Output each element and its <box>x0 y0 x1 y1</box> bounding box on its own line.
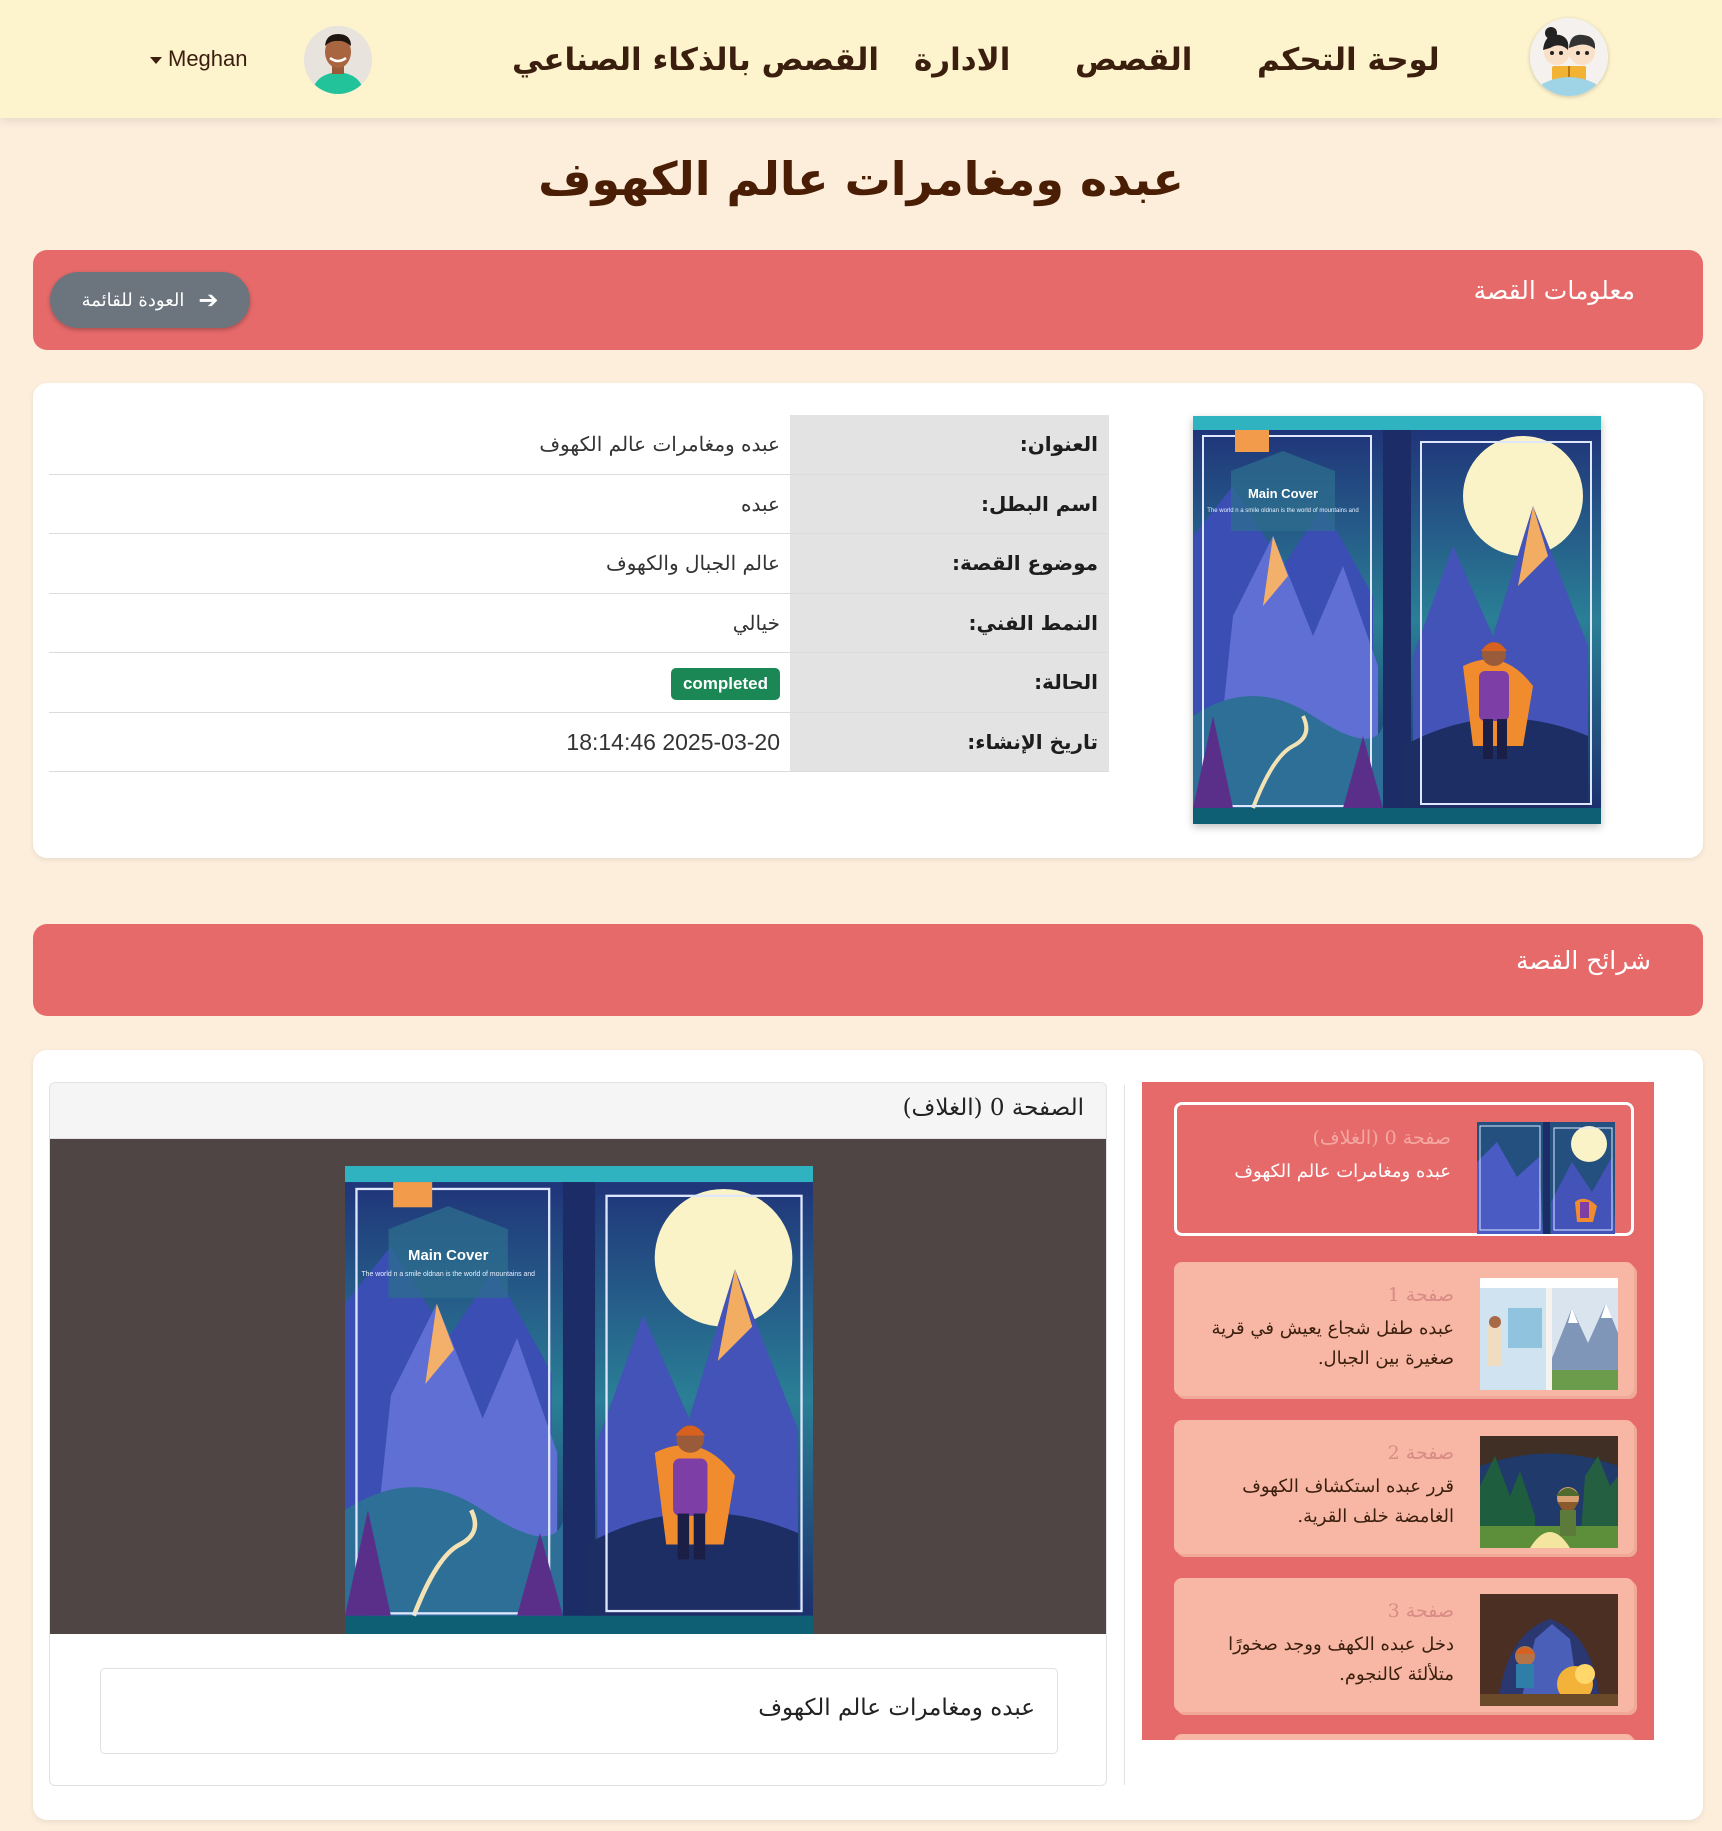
slide-viewer-title: الصفحة 0 (الغلاف) <box>902 1095 1084 1121</box>
slide-caption-text: عبده ومغامرات عالم الكهوف <box>758 1695 1035 1721</box>
nav-stories-link[interactable]: القصص <box>1075 36 1192 84</box>
slide-viewer: الصفحة 0 (الغلاف) Main Cover The world n… <box>49 1082 1107 1786</box>
info-row-hero: اسم البطل: عبده <box>49 474 1109 534</box>
book-cover-illustration: Main Cover The world n a smile oldnan is… <box>1193 416 1601 824</box>
cover-thumbnail-icon <box>1477 1122 1615 1234</box>
slide-thumb-item-4[interactable] <box>1174 1734 1634 1740</box>
story-cover-image: Main Cover The world n a smile oldnan is… <box>1193 416 1601 824</box>
slide-thumb-item-0[interactable]: صفحة 0 (الغلاف) عبده ومغامرات عالم الكهو… <box>1174 1102 1634 1236</box>
cover-sub-text: The world n a smile oldnan is the world … <box>1207 508 1358 514</box>
nav-ai-stories-link[interactable]: القصص بالذكاء الصناعي <box>512 36 879 84</box>
slide-thumb-item-3[interactable]: صفحة 3 دخل عبده الكهف ووجد صخورًا متلألئ… <box>1174 1578 1634 1712</box>
story-slides-title: شرائح القصة <box>1515 946 1651 975</box>
info-key: تاريخ الإنشاء: <box>790 712 1109 771</box>
caret-down-icon <box>150 56 162 64</box>
info-value: completed <box>670 653 780 712</box>
story-info-header: معلومات القصة <box>33 250 1703 350</box>
user-photo-icon <box>304 26 372 94</box>
slide-text: عبده طفل شجاع يعيش في قرية صغيرة بين الج… <box>1211 1318 1454 1369</box>
slide-image-stage: Main Cover The world n a smile oldnan is… <box>50 1139 1106 1634</box>
column-divider <box>1124 1085 1125 1785</box>
info-value: 2025-03-20 18:14:46 <box>566 728 780 755</box>
info-row-status: الحالة: completed <box>49 653 1109 713</box>
info-value: عبده <box>741 491 780 516</box>
app-logo[interactable] <box>1530 18 1608 96</box>
slide-thumbnail <box>1480 1278 1618 1390</box>
info-row-created: تاريخ الإنشاء: 2025-03-20 18:14:46 <box>49 712 1109 772</box>
kids-reading-logo-icon <box>1530 18 1608 96</box>
info-row-style: النمط الفني: خيالي <box>49 593 1109 653</box>
slide-cover-main-text: Main Cover <box>408 1248 489 1264</box>
info-row-topic: موضوع القصة: عالم الجبال والكهوف <box>49 534 1109 594</box>
back-button-label: العودة للقائمة <box>81 289 185 311</box>
top-navbar: لوحة التحكم القصص الادارة القصص بالذكاء … <box>0 0 1722 118</box>
slide-thumb-item-2[interactable]: صفحة 2 قرر عبده استكشاف الكهوف الغامضة خ… <box>1174 1420 1634 1554</box>
user-name: Meghan <box>168 46 248 71</box>
user-avatar[interactable] <box>304 26 372 94</box>
cover-main-text: Main Cover <box>1248 486 1318 501</box>
nav-admin-link[interactable]: الادارة <box>914 36 1010 84</box>
slide-title: صفحة 3 <box>1387 1600 1454 1622</box>
info-key: اسم البطل: <box>790 474 1109 533</box>
user-dropdown[interactable]: Meghan <box>150 44 248 74</box>
village-thumbnail-icon <box>1480 1278 1618 1390</box>
back-to-list-button[interactable]: ➔ العودة للقائمة <box>50 272 250 328</box>
slide-title: صفحة 2 <box>1387 1442 1454 1464</box>
slide-thumbnail <box>1480 1436 1618 1548</box>
slide-title: صفحة 1 <box>1387 1284 1454 1306</box>
info-key: موضوع القصة: <box>790 534 1109 593</box>
slide-image: Main Cover The world n a smile oldnan is… <box>345 1166 813 1634</box>
forest-cave-thumbnail-icon <box>1480 1436 1618 1548</box>
arrow-right-icon: ➔ <box>198 286 219 314</box>
info-key: العنوان: <box>790 415 1109 474</box>
slide-thumb-item-1[interactable]: صفحة 1 عبده طفل شجاع يعيش في قرية صغيرة … <box>1174 1262 1634 1396</box>
glowing-cave-thumbnail-icon <box>1480 1594 1618 1706</box>
slide-title: صفحة 0 (الغلاف) <box>1312 1127 1451 1149</box>
slide-text: قرر عبده استكشاف الكهوف الغامضة خلف القر… <box>1242 1476 1454 1527</box>
slide-text: دخل عبده الكهف ووجد صخورًا متلألئة كالنج… <box>1228 1634 1454 1685</box>
info-value: خيالي <box>732 610 780 635</box>
info-key: الحالة: <box>790 653 1109 712</box>
page-title: عبده ومغامرات عالم الكهوف <box>538 152 1184 206</box>
slide-cover-sub-text: The world n a smile oldnan is the world … <box>361 1271 535 1278</box>
story-slides-header: شرائح القصة <box>33 924 1703 1016</box>
slide-text: عبده ومغامرات عالم الكهوف <box>1234 1161 1451 1182</box>
slide-thumbnail <box>1477 1122 1615 1234</box>
nav-dashboard-link[interactable]: لوحة التحكم <box>1257 36 1440 84</box>
info-key: النمط الفني: <box>790 593 1109 652</box>
story-info-title: معلومات القصة <box>1473 276 1635 305</box>
slide-list[interactable]: صفحة 0 (الغلاف) عبده ومغامرات عالم الكهو… <box>1142 1082 1654 1740</box>
status-badge: completed <box>670 667 780 700</box>
info-value: عبده ومغامرات عالم الكهوف <box>539 432 780 456</box>
slide-cover-illustration: Main Cover The world n a smile oldnan is… <box>345 1166 813 1634</box>
story-info-table: العنوان: عبده ومغامرات عالم الكهوف اسم ا… <box>49 415 1109 772</box>
slide-thumbnail <box>1480 1594 1618 1706</box>
slide-viewer-header: الصفحة 0 (الغلاف) <box>50 1083 1106 1139</box>
info-value: عالم الجبال والكهوف <box>605 551 780 575</box>
slide-caption-box: عبده ومغامرات عالم الكهوف <box>100 1668 1058 1754</box>
info-row-title: العنوان: عبده ومغامرات عالم الكهوف <box>49 415 1109 475</box>
